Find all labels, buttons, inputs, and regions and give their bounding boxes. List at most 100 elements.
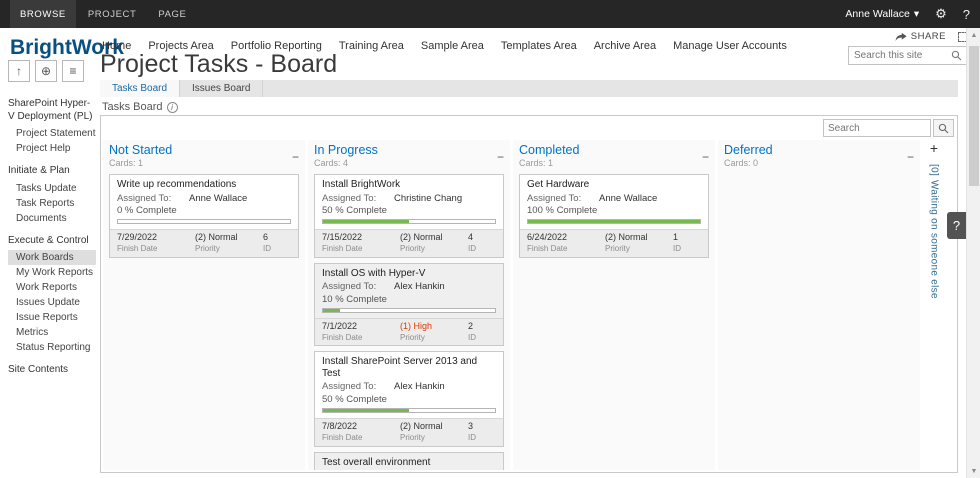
board-search-button[interactable] bbox=[933, 119, 954, 137]
collapse-column-icon[interactable]: − bbox=[702, 151, 709, 163]
help-flyout-button[interactable]: ? bbox=[947, 212, 966, 239]
column-cards: Install BrightWork Assigned To:Christine… bbox=[308, 169, 510, 470]
task-card[interactable]: Install SharePoint Server 2013 and Test … bbox=[314, 351, 504, 446]
nav-manage-user-accounts[interactable]: Manage User Accounts bbox=[673, 40, 787, 52]
connect-icon[interactable]: ⊕ bbox=[35, 60, 57, 82]
assigned-to-value: Anne Wallace bbox=[599, 194, 657, 205]
card-footer: 7/1/2022(1) High2 Finish DatePriorityID bbox=[315, 318, 503, 345]
sidebar-item-documents[interactable]: Documents bbox=[8, 211, 96, 226]
task-card[interactable]: Test overall environment Assigned To:Ann… bbox=[314, 452, 504, 470]
search-icon bbox=[938, 123, 949, 134]
board-search-input[interactable] bbox=[823, 119, 931, 137]
finish-date-label: Finish Date bbox=[117, 244, 195, 254]
column-card-count: Cards: 1 bbox=[519, 158, 579, 168]
tab-issues-board[interactable]: Issues Board bbox=[180, 80, 263, 97]
column-cards: Write up recommendations Assigned To:Ann… bbox=[103, 169, 305, 470]
card-footer: 6/24/2022(2) Normal1 Finish DatePriority… bbox=[520, 229, 708, 256]
assigned-to-value: Christine Chang bbox=[394, 194, 462, 205]
column-card-count: Cards: 4 bbox=[314, 158, 378, 168]
sidebar-item-metrics[interactable]: Metrics bbox=[8, 325, 96, 340]
upload-icon[interactable]: ↑ bbox=[8, 60, 30, 82]
scroll-down-icon[interactable]: ▼ bbox=[967, 464, 980, 478]
scroll-up-icon[interactable]: ▲ bbox=[967, 28, 980, 42]
sidebar-item-work-boards[interactable]: Work Boards bbox=[8, 250, 96, 265]
sidebar-item-issues-update[interactable]: Issues Update bbox=[8, 295, 96, 310]
id-label: ID bbox=[468, 244, 496, 254]
id-value: 4 bbox=[468, 232, 496, 243]
ribbon-tab-browse[interactable]: BROWSE bbox=[10, 0, 76, 28]
finish-date-value: 7/8/2022 bbox=[322, 421, 400, 432]
nav-templates-area[interactable]: Templates Area bbox=[501, 40, 577, 52]
sidebar-item-project-statement[interactable]: Project Statement bbox=[8, 126, 96, 141]
nav-archive-area[interactable]: Archive Area bbox=[594, 40, 656, 52]
task-card[interactable]: Write up recommendations Assigned To:Ann… bbox=[109, 174, 299, 258]
assigned-to-label: Assigned To: bbox=[322, 382, 394, 393]
sidebar-item-project-help[interactable]: Project Help bbox=[8, 141, 96, 156]
finish-date-value: 6/24/2022 bbox=[527, 232, 605, 243]
priority-label: Priority bbox=[400, 433, 468, 443]
sidebar-item-task-reports[interactable]: Task Reports bbox=[8, 196, 96, 211]
sidebar-item-work-reports[interactable]: Work Reports bbox=[8, 280, 96, 295]
add-lane-icon[interactable]: + bbox=[930, 140, 938, 156]
task-title: Get Hardware bbox=[520, 175, 708, 192]
ribbon-tab-project[interactable]: PROJECT bbox=[78, 0, 147, 28]
sidebar-item-my-work-reports[interactable]: My Work Reports bbox=[8, 265, 96, 280]
column-in-progress: In Progress Cards: 4 − Install BrightWor… bbox=[308, 140, 510, 470]
task-card[interactable]: Install BrightWork Assigned To:Christine… bbox=[314, 174, 504, 258]
ribbon-tabs: BROWSE PROJECT PAGE bbox=[10, 0, 196, 28]
collapse-column-icon[interactable]: − bbox=[497, 151, 504, 163]
column-card-count: Cards: 1 bbox=[109, 158, 172, 168]
column-card-count: Cards: 0 bbox=[724, 158, 773, 168]
collapse-column-icon[interactable]: − bbox=[907, 151, 914, 163]
finish-date-label: Finish Date bbox=[527, 244, 605, 254]
sidebar: ↑ ⊕ ≡ SharePoint Hyper-V Deployment (PL)… bbox=[0, 56, 100, 478]
scrollbar-thumb[interactable] bbox=[969, 46, 979, 186]
priority-value: (2) Normal bbox=[605, 232, 673, 243]
sidebar-item-status-reporting[interactable]: Status Reporting bbox=[8, 340, 96, 355]
progress-bar bbox=[322, 308, 496, 313]
share-button[interactable]: SHARE bbox=[895, 31, 946, 42]
sidebar-item-tasks-update[interactable]: Tasks Update bbox=[8, 181, 96, 196]
collapse-column-icon[interactable]: − bbox=[292, 151, 299, 163]
board-caption-label: Tasks Board bbox=[102, 101, 163, 113]
task-card[interactable]: Install OS with Hyper-V Assigned To:Alex… bbox=[314, 263, 504, 347]
column-title: Not Started bbox=[109, 143, 172, 157]
user-menu[interactable]: Anne Wallace ▾ bbox=[845, 8, 919, 20]
assigned-to-label: Assigned To: bbox=[527, 194, 599, 205]
priority-value: (1) High bbox=[400, 321, 468, 332]
id-value: 3 bbox=[468, 421, 496, 432]
search-icon bbox=[951, 50, 962, 61]
assigned-to-value: Anne Wallace bbox=[189, 194, 247, 205]
board-search-row bbox=[101, 116, 957, 140]
task-title: Install SharePoint Server 2013 and Test bbox=[315, 352, 503, 380]
task-card[interactable]: Get Hardware Assigned To:Anne Wallace 10… bbox=[519, 174, 709, 258]
page-scrollbar[interactable]: ▲ ▼ bbox=[966, 28, 980, 478]
list-icon[interactable]: ≡ bbox=[62, 60, 84, 82]
sidebar-section-initiate-plan: Initiate & Plan bbox=[8, 165, 96, 178]
info-icon[interactable]: i bbox=[167, 102, 178, 113]
lane-label-waiting-on-someone-else[interactable]: [0] Waiting on someone else bbox=[929, 164, 940, 299]
id-value: 1 bbox=[673, 232, 701, 243]
chevron-down-icon: ▾ bbox=[914, 8, 919, 20]
nav-training-area[interactable]: Training Area bbox=[339, 40, 404, 52]
sidebar-project-title[interactable]: SharePoint Hyper-V Deployment (PL) bbox=[8, 98, 96, 123]
ribbon-tab-page[interactable]: PAGE bbox=[148, 0, 196, 28]
task-title: Write up recommendations bbox=[110, 175, 298, 192]
sidebar-item-site-contents[interactable]: Site Contents bbox=[8, 364, 96, 377]
tab-tasks-board[interactable]: Tasks Board bbox=[100, 80, 180, 97]
percent-complete: 50 % Complete bbox=[315, 395, 503, 406]
priority-label: Priority bbox=[605, 244, 673, 254]
assigned-to-label: Assigned To: bbox=[322, 282, 394, 293]
sidebar-item-issue-reports[interactable]: Issue Reports bbox=[8, 310, 96, 325]
priority-label: Priority bbox=[400, 333, 468, 343]
column-cards bbox=[718, 169, 920, 470]
share-row: SHARE bbox=[895, 31, 968, 42]
gear-icon[interactable]: ⚙ bbox=[935, 6, 947, 22]
help-icon[interactable]: ? bbox=[963, 7, 970, 22]
quick-action-tiles: ↑ ⊕ ≡ bbox=[8, 60, 96, 82]
site-search-input[interactable] bbox=[854, 50, 947, 61]
priority-label: Priority bbox=[400, 244, 468, 254]
nav-sample-area[interactable]: Sample Area bbox=[421, 40, 484, 52]
progress-bar bbox=[322, 219, 496, 224]
column-deferred: Deferred Cards: 0 − bbox=[718, 140, 920, 470]
